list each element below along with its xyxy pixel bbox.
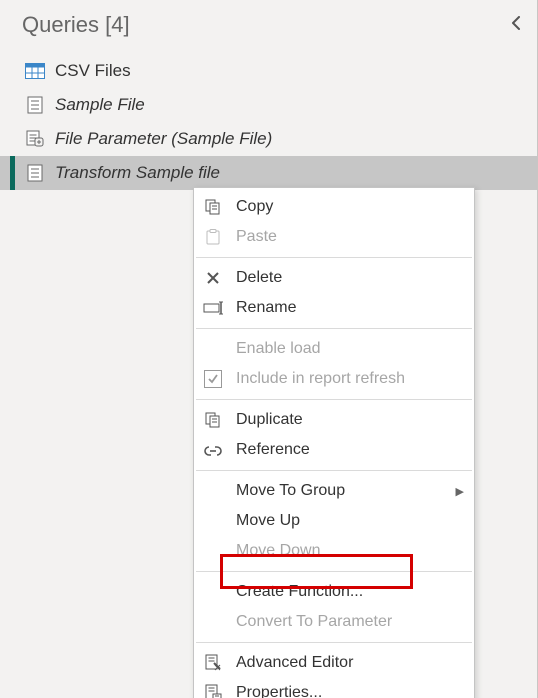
document-icon bbox=[25, 163, 45, 183]
menu-separator bbox=[196, 571, 472, 572]
menu-separator bbox=[196, 470, 472, 471]
collapse-panel-icon[interactable] bbox=[509, 16, 523, 35]
query-label: Sample File bbox=[55, 95, 145, 115]
advanced-editor-icon bbox=[202, 652, 224, 674]
document-icon bbox=[25, 95, 45, 115]
reference-icon bbox=[202, 439, 224, 461]
query-item-file-parameter[interactable]: File Parameter (Sample File) bbox=[0, 122, 537, 156]
menu-separator bbox=[196, 257, 472, 258]
menu-copy[interactable]: Copy bbox=[194, 192, 474, 222]
menu-duplicate[interactable]: Duplicate bbox=[194, 405, 474, 435]
parameter-icon bbox=[25, 129, 45, 149]
duplicate-icon bbox=[202, 409, 224, 431]
checkbox-checked-icon bbox=[202, 368, 224, 390]
query-label: Transform Sample file bbox=[55, 163, 220, 183]
query-list: CSV Files Sample File bbox=[0, 52, 537, 192]
menu-move-to-group[interactable]: Move To Group ▶ bbox=[194, 476, 474, 506]
menu-create-function[interactable]: Create Function... bbox=[194, 577, 474, 607]
menu-rename[interactable]: Rename bbox=[194, 293, 474, 323]
menu-move-up[interactable]: Move Up bbox=[194, 506, 474, 536]
query-item-transform-sample-file[interactable]: Transform Sample file bbox=[0, 156, 537, 190]
query-item-sample-file[interactable]: Sample File bbox=[0, 88, 537, 122]
menu-convert-to-parameter: Convert To Parameter bbox=[194, 607, 474, 637]
menu-enable-load: Enable load bbox=[194, 334, 474, 364]
submenu-arrow-icon: ▶ bbox=[456, 485, 464, 498]
table-icon bbox=[25, 61, 45, 81]
queries-panel-title: Queries [4] bbox=[22, 12, 130, 38]
menu-advanced-editor[interactable]: Advanced Editor bbox=[194, 648, 474, 678]
properties-icon bbox=[202, 682, 224, 698]
menu-properties[interactable]: Properties... bbox=[194, 678, 474, 698]
menu-reference[interactable]: Reference bbox=[194, 435, 474, 465]
context-menu: Copy Paste Delete bbox=[193, 187, 475, 698]
menu-separator bbox=[196, 399, 472, 400]
menu-separator bbox=[196, 328, 472, 329]
menu-include-in-report-refresh: Include in report refresh bbox=[194, 364, 474, 394]
query-label: CSV Files bbox=[55, 61, 131, 81]
menu-move-down: Move Down bbox=[194, 536, 474, 566]
queries-panel-header: Queries [4] bbox=[0, 0, 537, 52]
menu-paste: Paste bbox=[194, 222, 474, 252]
menu-separator bbox=[196, 642, 472, 643]
menu-delete[interactable]: Delete bbox=[194, 263, 474, 293]
copy-icon bbox=[202, 196, 224, 218]
delete-icon bbox=[202, 267, 224, 289]
paste-icon bbox=[202, 226, 224, 248]
query-item-csv-files[interactable]: CSV Files bbox=[0, 54, 537, 88]
rename-icon bbox=[202, 297, 224, 319]
query-label: File Parameter (Sample File) bbox=[55, 129, 272, 149]
